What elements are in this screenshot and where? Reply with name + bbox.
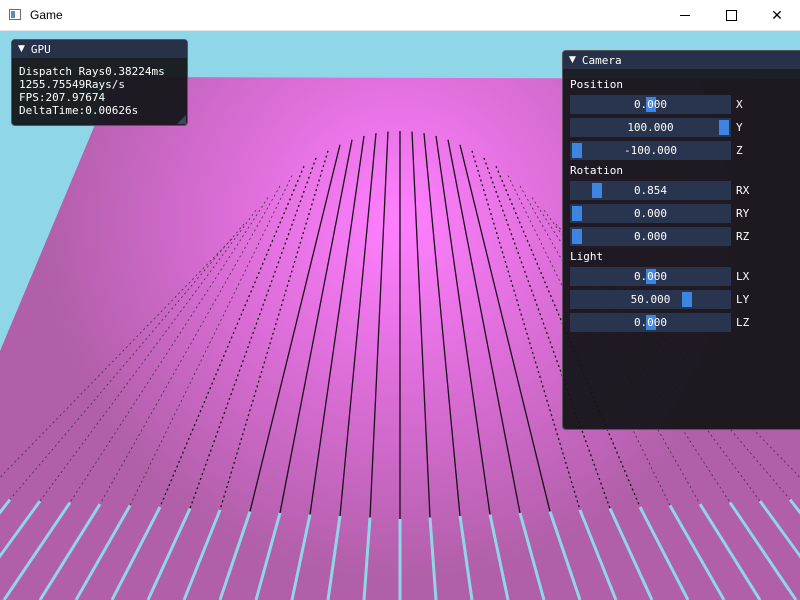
slider-value: 50.000 <box>630 293 671 306</box>
slider-value: 0.000 <box>633 316 668 329</box>
maximize-button[interactable] <box>708 0 754 31</box>
delta-time-text: DeltaTime:0.00626s <box>19 104 139 117</box>
collapse-arrow-icon[interactable]: ▼ <box>569 55 576 65</box>
position-label: Position <box>570 78 623 91</box>
slider-value: 100.000 <box>627 121 674 134</box>
close-icon: ✕ <box>771 7 783 24</box>
axis-label: RX <box>736 184 750 197</box>
slider-row-lz[interactable]: 0.000 LZ <box>570 313 800 332</box>
axis-label: RZ <box>736 230 750 243</box>
rotation-label: Rotation <box>570 164 623 177</box>
gpu-panel[interactable]: ▼ GPU Dispatch Rays0.38224ms 1255.75549R… <box>11 39 188 126</box>
slider-lz[interactable]: 0.000 <box>570 313 731 332</box>
light-label: Light <box>570 250 604 263</box>
axis-label: Z <box>736 144 743 157</box>
gpu-stats: Dispatch Rays0.38224ms 1255.75549Rays/s … <box>12 58 187 117</box>
slider-row-x[interactable]: 0.000 X <box>570 95 800 114</box>
slider-lx[interactable]: 0.000 <box>570 267 731 286</box>
slider-value: 0.000 <box>633 207 668 220</box>
slider-value: 0.000 <box>633 230 668 243</box>
slider-value: 0.000 <box>633 270 668 283</box>
axis-label: LX <box>736 270 750 283</box>
slider-ly[interactable]: 50.000 <box>570 290 731 309</box>
camera-panel-title: Camera <box>581 53 622 67</box>
minimize-button[interactable] <box>662 0 708 31</box>
fps-text: FPS:207.97674 <box>19 91 106 104</box>
slider-y[interactable]: 100.000 <box>570 118 731 137</box>
slider-row-rx[interactable]: 0.854 RX <box>570 181 800 200</box>
slider-rx[interactable]: 0.854 <box>570 181 731 200</box>
slider-value: -100.000 <box>624 144 677 157</box>
slider-row-y[interactable]: 100.000 Y <box>570 118 800 137</box>
slider-row-ry[interactable]: 0.000 RY <box>570 204 800 223</box>
slider-ry[interactable]: 0.000 <box>570 204 731 223</box>
maximize-icon <box>725 10 737 21</box>
rays-per-second-text: 1255.75549Rays/s <box>19 78 125 91</box>
axis-label: Y <box>736 121 743 134</box>
minimize-icon <box>680 15 690 16</box>
window-titlebar[interactable]: Game ✕ <box>0 0 800 31</box>
axis-label: X <box>736 98 743 111</box>
slider-row-ly[interactable]: 50.000 LY <box>570 290 800 309</box>
dispatch-rays-text: Dispatch Rays0.38224ms <box>19 65 165 78</box>
axis-label: RY <box>736 207 750 220</box>
slider-row-rz[interactable]: 0.000 RZ <box>570 227 800 246</box>
axis-label: LZ <box>736 316 750 329</box>
resize-grip-icon[interactable] <box>177 115 186 124</box>
slider-row-lx[interactable]: 0.000 LX <box>570 267 800 286</box>
window-title: Game <box>30 8 63 22</box>
close-button[interactable]: ✕ <box>754 0 800 31</box>
slider-row-z[interactable]: -100.000 Z <box>570 141 800 160</box>
slider-x[interactable]: 0.000 <box>570 95 731 114</box>
slider-value: 0.854 <box>633 184 668 197</box>
camera-panel[interactable]: ▼ Camera Position 0.000 X 100.000 Y -100… <box>562 50 800 430</box>
gpu-panel-titlebar[interactable]: ▼ GPU <box>12 40 187 58</box>
slider-z[interactable]: -100.000 <box>570 141 731 160</box>
app-icon <box>9 9 21 20</box>
axis-label: LY <box>736 293 750 306</box>
camera-panel-titlebar[interactable]: ▼ Camera <box>563 51 800 69</box>
slider-rz[interactable]: 0.000 <box>570 227 731 246</box>
slider-value: 0.000 <box>633 98 668 111</box>
gpu-panel-title: GPU <box>30 42 51 56</box>
collapse-arrow-icon[interactable]: ▼ <box>18 44 25 54</box>
